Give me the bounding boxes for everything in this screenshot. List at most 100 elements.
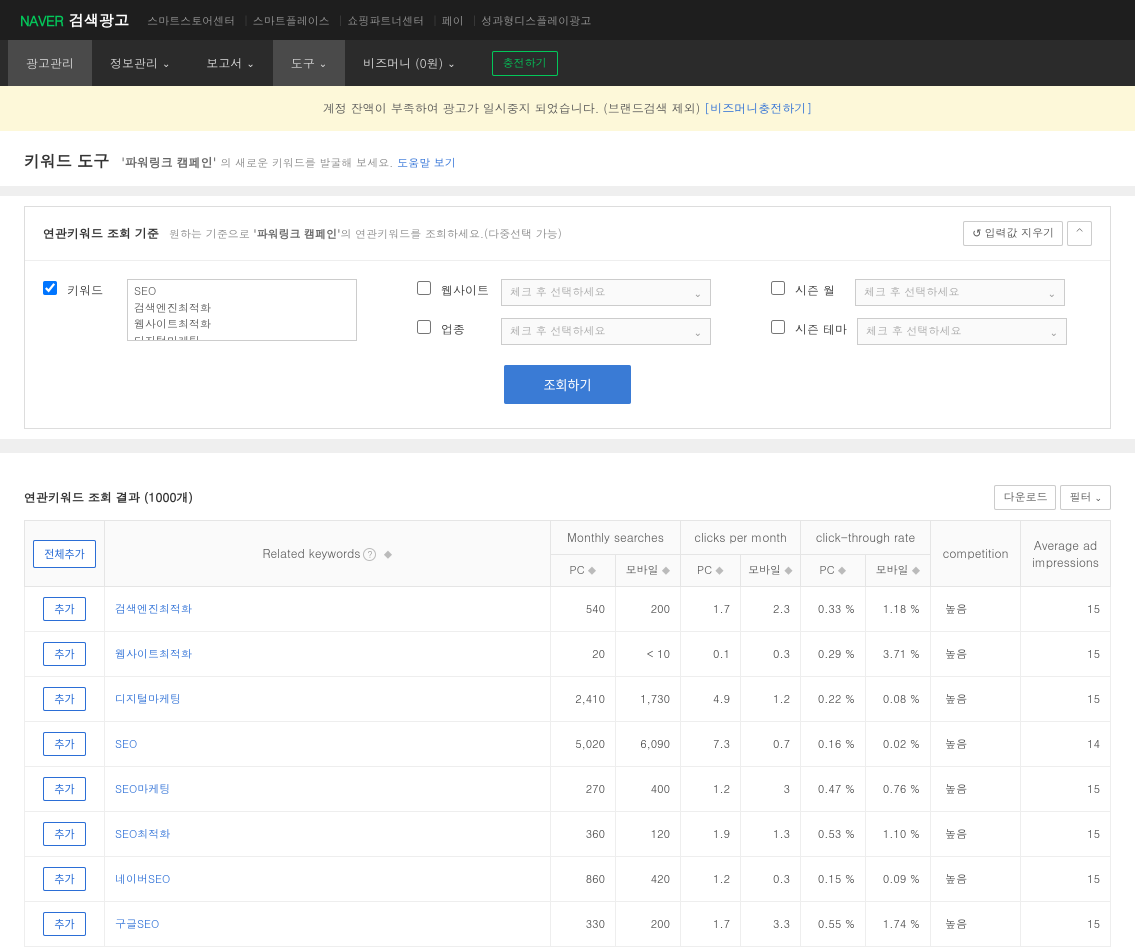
cell-monthly-mobile: 120 <box>616 812 681 857</box>
add-button[interactable]: 추가 <box>43 642 85 666</box>
notice-text: 계정 잔액이 부족하여 광고가 일시중지 되었습니다. (브랜드검색 제외) <box>323 100 701 117</box>
charge-button[interactable]: 충전하기 <box>492 51 558 76</box>
add-button[interactable]: 추가 <box>43 732 85 756</box>
criteria-title: 연관키워드 조회 기준 <box>43 225 159 242</box>
cell-competition: 높음 <box>931 587 1021 632</box>
website-select[interactable]: 체크 후 선택하세요 ⌄ <box>501 279 711 306</box>
filter-industry: 업종 체크 후 선택하세요 ⌄ <box>417 318 711 345</box>
nav-item[interactable]: 비즈머니 (0원)⌄ <box>345 40 473 86</box>
top-link[interactable]: 성과형디스플레이광고 <box>481 14 591 29</box>
cell-competition: 높음 <box>931 632 1021 677</box>
season-theme-select[interactable]: 체크 후 선택하세요 ⌄ <box>857 318 1067 345</box>
season-theme-checkbox[interactable] <box>771 320 785 334</box>
cell-clicks-pc: 1.2 <box>681 767 741 812</box>
separator: | <box>432 14 438 29</box>
table-row: 추가디지털마케팅2,4101,7304.91.20.22 %0.08 %높음15 <box>25 677 1111 722</box>
nav-item[interactable]: 광고관리 <box>8 40 92 86</box>
industry-checkbox[interactable] <box>417 320 431 334</box>
help-link[interactable]: 도움말 보기 <box>397 156 456 171</box>
keyword-link[interactable]: SEO최적화 <box>115 827 170 842</box>
add-button[interactable]: 추가 <box>43 822 85 846</box>
logo-product: 검색광고 <box>69 10 129 31</box>
collapse-button[interactable]: ^ <box>1067 221 1092 246</box>
separator: | <box>338 14 344 29</box>
reset-button[interactable]: ↺입력값 지우기 <box>963 221 1063 246</box>
cell-monthly-mobile: 200 <box>616 587 681 632</box>
cell-monthly-pc: 540 <box>551 587 616 632</box>
cell-monthly-pc: 330 <box>551 902 616 947</box>
cell-avg-imp: 15 <box>1021 812 1111 857</box>
search-button[interactable]: 조회하기 <box>504 365 632 404</box>
add-button[interactable]: 추가 <box>43 867 85 891</box>
nav-item[interactable]: 보고서⌄ <box>188 40 272 86</box>
keyword-checkbox[interactable] <box>43 281 57 295</box>
cell-monthly-mobile: 200 <box>616 902 681 947</box>
col-clicks-pc[interactable]: PC◆ <box>681 555 741 587</box>
sort-icon: ◆ <box>383 548 392 561</box>
divider-band <box>0 186 1135 196</box>
keyword-textarea[interactable] <box>127 279 357 341</box>
download-button[interactable]: 다운로드 <box>994 485 1056 510</box>
nav-item[interactable]: 도구⌄ <box>273 40 345 86</box>
table-row: 추가SEO5,0206,0907.30.70.16 %0.02 %높음14 <box>25 722 1111 767</box>
col-competition[interactable]: competition <box>931 521 1021 587</box>
separator: | <box>243 14 249 29</box>
cell-ctr-mobile: 1.18 % <box>866 587 931 632</box>
col-monthly-pc[interactable]: PC◆ <box>551 555 616 587</box>
add-all-button[interactable]: 전체추가 <box>33 540 95 568</box>
keyword-link[interactable]: 구글SEO <box>115 917 159 932</box>
cell-monthly-mobile: 6,090 <box>616 722 681 767</box>
divider-band <box>0 439 1135 453</box>
help-icon[interactable]: ? <box>363 548 376 561</box>
cell-clicks-pc: 1.7 <box>681 587 741 632</box>
nav-item[interactable]: 정보관리⌄ <box>92 40 188 86</box>
add-button[interactable]: 추가 <box>43 777 85 801</box>
season-theme-placeholder: 체크 후 선택하세요 <box>866 324 961 339</box>
keyword-link[interactable]: 웹사이트최적화 <box>115 647 192 662</box>
keyword-link[interactable]: 검색엔진최적화 <box>115 602 192 617</box>
col-monthly: Monthly searches <box>551 521 681 555</box>
website-checkbox[interactable] <box>417 281 431 295</box>
add-button[interactable]: 추가 <box>43 687 85 711</box>
season-month-select[interactable]: 체크 후 선택하세요 ⌄ <box>855 279 1065 306</box>
col-clicks-mobile[interactable]: 모바일◆ <box>741 555 801 587</box>
chevron-down-icon: ⌄ <box>694 286 702 300</box>
keyword-link[interactable]: 네이버SEO <box>115 872 170 887</box>
table-row: 추가SEO최적화3601201.91.30.53 %1.10 %높음15 <box>25 812 1111 857</box>
keyword-link[interactable]: SEO마케팅 <box>115 782 170 797</box>
top-link[interactable]: 스마트스토어센터 <box>147 14 235 29</box>
cell-clicks-mobile: 0.3 <box>741 632 801 677</box>
cell-competition: 높음 <box>931 722 1021 767</box>
top-link[interactable]: 쇼핑파트너센터 <box>347 14 424 29</box>
industry-select[interactable]: 체크 후 선택하세요 ⌄ <box>501 318 711 345</box>
cell-ctr-pc: 0.47 % <box>801 767 866 812</box>
add-button[interactable]: 추가 <box>43 597 85 621</box>
season-month-placeholder: 체크 후 선택하세요 <box>864 285 959 300</box>
cell-ctr-mobile: 3.71 % <box>866 632 931 677</box>
chevron-down-icon: ⌄ <box>1094 491 1102 504</box>
keyword-link[interactable]: 디지털마케팅 <box>115 692 181 707</box>
top-link[interactable]: 페이 <box>442 14 464 29</box>
results-section: 연관키워드 조회 결과 (1000개) 다운로드 필터⌄ 전체추가 Relate… <box>24 477 1111 947</box>
top-link[interactable]: 스마트플레이스 <box>253 14 330 29</box>
keyword-link[interactable]: SEO <box>115 737 137 752</box>
filter-season-month: 시즌 월 체크 후 선택하세요 ⌄ <box>771 279 1067 306</box>
cell-clicks-mobile: 1.2 <box>741 677 801 722</box>
col-monthly-mobile[interactable]: 모바일◆ <box>616 555 681 587</box>
chevron-down-icon: ⌄ <box>162 56 170 70</box>
col-related[interactable]: Related keywords? ◆ <box>105 521 551 587</box>
season-month-checkbox[interactable] <box>771 281 785 295</box>
cell-clicks-pc: 1.9 <box>681 812 741 857</box>
filter-button[interactable]: 필터⌄ <box>1060 485 1111 510</box>
add-button[interactable]: 추가 <box>43 912 85 936</box>
filter-keyword: 키워드 <box>43 279 357 345</box>
separator: | <box>472 14 478 29</box>
cell-monthly-mobile: 1,730 <box>616 677 681 722</box>
filter-season-theme: 시즌 테마 체크 후 선택하세요 ⌄ <box>771 318 1067 345</box>
col-avg-imp[interactable]: Average ad impressions <box>1021 521 1111 587</box>
cell-ctr-pc: 0.22 % <box>801 677 866 722</box>
results-head: 연관키워드 조회 결과 (1000개) 다운로드 필터⌄ <box>24 477 1111 520</box>
col-ctr-mobile[interactable]: 모바일◆ <box>866 555 931 587</box>
col-ctr-pc[interactable]: PC◆ <box>801 555 866 587</box>
notice-charge-link[interactable]: [비즈머니충전하기] <box>704 100 812 117</box>
